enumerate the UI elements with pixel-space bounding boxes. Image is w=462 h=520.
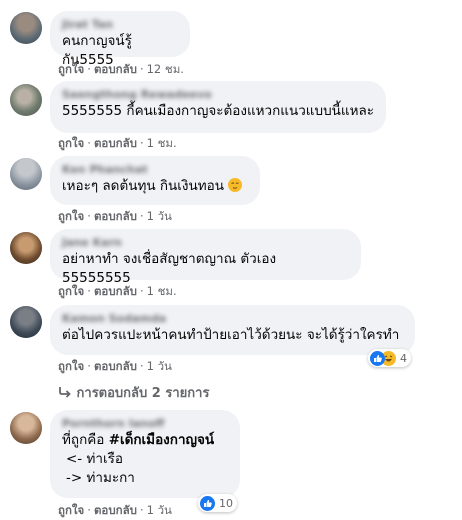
comment-bubble: Saengthong Rewadeevo 5555555 กี้คนเมืองก…: [50, 81, 386, 133]
reaction-count: 10: [219, 496, 233, 510]
like-button[interactable]: ถูกใจ: [58, 136, 84, 150]
comment-bubble: Pornthorn Ianoff ที่ถูกคือ #เด็กเมืองกาญ…: [50, 410, 240, 498]
comment-bubble: Jane Karn อย่าหาทำ จงเชื่อสัญชาตญาณ ตัวเ…: [50, 229, 361, 286]
avatar[interactable]: [10, 84, 42, 116]
like-button[interactable]: ถูกใจ: [58, 503, 84, 517]
reply-button[interactable]: ตอบกลับ: [94, 136, 137, 150]
reply-button[interactable]: ตอบกลับ: [94, 284, 137, 298]
comment-author[interactable]: Saengthong Rewadeevo: [62, 88, 374, 102]
comment-bubble: Kamon Sodamda ต่อไปควรแปะหน้าคนทำป้ายเอา…: [50, 305, 415, 355]
avatar[interactable]: [10, 12, 42, 44]
comment-actions: ถูกใจ · ตอบกลับ · 1 วัน: [58, 359, 172, 373]
reply-button[interactable]: ตอบกลับ: [94, 209, 137, 223]
reply-button[interactable]: ตอบกลับ: [94, 503, 137, 517]
like-button[interactable]: ถูกใจ: [58, 284, 84, 298]
comment-text-line: <- ท่าเรือ: [66, 451, 123, 467]
reply-button[interactable]: ตอบกลับ: [94, 62, 137, 76]
avatar[interactable]: [10, 306, 42, 338]
avatar[interactable]: [10, 412, 42, 444]
comment-actions: ถูกใจ · ตอบกลับ · 1 วัน: [58, 209, 172, 223]
comment-time[interactable]: 1 วัน: [147, 503, 172, 517]
comment-bubble: Jirat Tan คนกาญจน์รู้กัน5555: [50, 11, 190, 68]
comment-author[interactable]: Pornthorn Ianoff: [62, 417, 228, 431]
comment-bubble: Ken Phanchat เหอะๆ ลดต้นทุน กินเงินทอน: [50, 156, 260, 205]
like-reaction-icon: [200, 495, 215, 511]
comment-actions: ถูกใจ · ตอบกลับ · 1 ชม.: [58, 284, 177, 298]
comment-text-line: -> ท่ามะกา: [66, 470, 135, 486]
comment-author[interactable]: Jirat Tan: [62, 18, 178, 32]
comment-text: ที่ถูกคือ #เด็กเมืองกาญจน์: [62, 432, 215, 448]
comment-text: 5555555 กี้คนเมืองกาญจะต้องแหวกแนวแบบนี้…: [62, 103, 375, 119]
comment-time[interactable]: 12 ชม.: [147, 62, 184, 76]
comment-text: เหอะๆ ลดต้นทุน กินเงินทอน: [62, 177, 248, 196]
like-reaction-icon: [370, 350, 385, 366]
comment-author[interactable]: Kamon Sodamda: [62, 312, 403, 326]
comment-time[interactable]: 1 ชม.: [147, 284, 177, 298]
like-button[interactable]: ถูกใจ: [58, 62, 84, 76]
comment-time[interactable]: 1 ชม.: [147, 136, 177, 150]
like-button[interactable]: ถูกใจ: [58, 209, 84, 223]
comment-actions: ถูกใจ · ตอบกลับ · 1 ชม.: [58, 136, 177, 150]
comment-author[interactable]: Jane Karn: [62, 236, 349, 250]
reaction-summary[interactable]: 4: [368, 349, 411, 367]
reply-button[interactable]: ตอบกลับ: [94, 359, 137, 373]
comment-time[interactable]: 1 วัน: [147, 359, 172, 373]
comment-author[interactable]: Ken Phanchat: [62, 163, 248, 177]
comment-actions: ถูกใจ · ตอบกลับ · 12 ชม.: [58, 62, 184, 76]
comment-time[interactable]: 1 วัน: [147, 209, 172, 223]
reaction-summary[interactable]: 10: [198, 494, 237, 512]
comment-text: ต่อไปควรแปะหน้าคนทำป้ายเอาไว้ด้วยนะ จะได…: [62, 327, 400, 343]
reaction-count: 4: [400, 351, 407, 365]
view-replies-label: การตอบกลับ 2 รายการ: [76, 386, 210, 401]
hashtag-link[interactable]: #เด็กเมืองกาญจน์: [109, 432, 214, 448]
comment-actions: ถูกใจ · ตอบกลับ · 1 วัน: [58, 503, 172, 517]
relieved-face-emoji: [228, 178, 243, 192]
view-replies-link[interactable]: การตอบกลับ 2 รายการ: [58, 382, 209, 403]
avatar[interactable]: [10, 232, 42, 264]
reply-arrow-icon: [58, 386, 72, 401]
like-button[interactable]: ถูกใจ: [58, 359, 84, 373]
avatar[interactable]: [10, 158, 42, 190]
